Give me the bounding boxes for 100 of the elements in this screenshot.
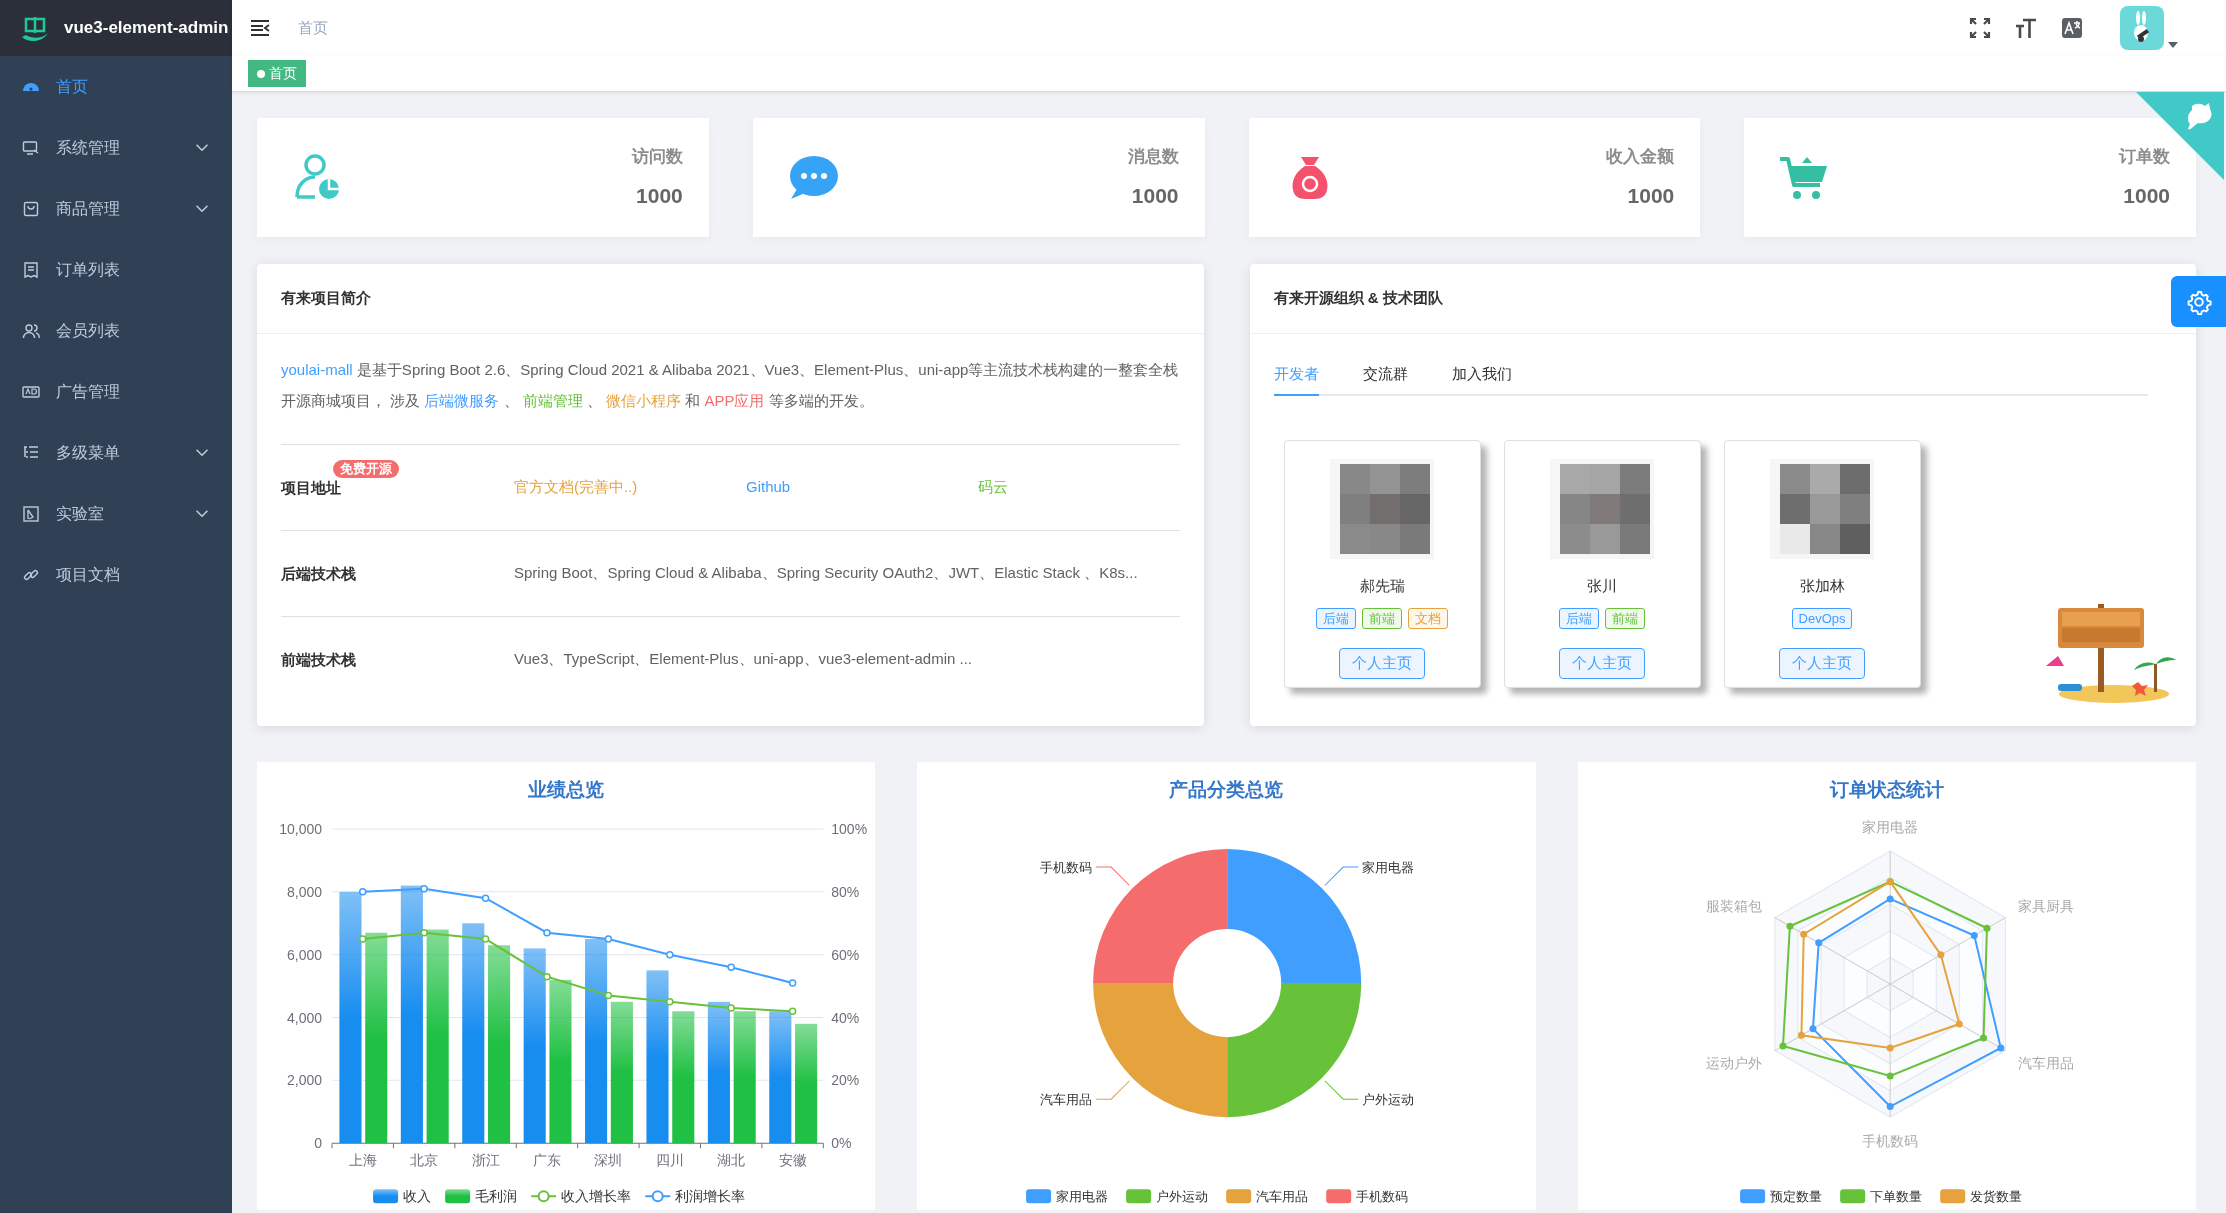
sidebar-item[interactable]: 实验室 bbox=[0, 483, 232, 544]
axis-label: 4,000 bbox=[287, 1009, 323, 1026]
legend-item[interactable]: 户外运动 bbox=[1126, 1189, 1209, 1205]
tab[interactable]: 加入我们 bbox=[1451, 354, 1512, 396]
legend-label: 手机数码 bbox=[1356, 1189, 1409, 1205]
member-tag: 前端 bbox=[1362, 607, 1402, 629]
sidebar-item[interactable]: 项目文档 bbox=[0, 544, 232, 605]
legend-item[interactable]: 下单数量 bbox=[1839, 1189, 1922, 1205]
row-label: 后端技术栈 bbox=[281, 564, 356, 582]
legend-label: 收入增长率 bbox=[561, 1188, 632, 1205]
point bbox=[481, 935, 490, 943]
settings-button[interactable] bbox=[2171, 276, 2226, 327]
font-size-button[interactable] bbox=[2014, 16, 2038, 40]
point bbox=[788, 979, 797, 987]
axis-label: 60% bbox=[831, 946, 860, 963]
user-menu-button[interactable] bbox=[2120, 6, 2178, 50]
row-label: 前端技术栈 bbox=[281, 650, 356, 668]
axis-label: 上海 bbox=[348, 1152, 377, 1169]
point bbox=[604, 991, 613, 1000]
sidebar-item[interactable]: 系统管理 bbox=[0, 117, 232, 178]
slice-label: 户外运动 bbox=[1362, 1092, 1415, 1108]
dashboard-icon bbox=[22, 81, 40, 92]
stat-value: 1000 bbox=[2123, 182, 2170, 209]
tech-stack-text: Vue3、TypeScript、Element-Plus、uni-app、vue3-element-admin ... bbox=[514, 649, 973, 670]
point bbox=[543, 972, 551, 981]
point bbox=[727, 963, 735, 971]
point bbox=[666, 998, 674, 1006]
point bbox=[604, 935, 613, 943]
legend-label: 利润增长率 bbox=[675, 1188, 746, 1205]
legend-item[interactable]: 手机数码 bbox=[1326, 1189, 1409, 1205]
axis-label: 10,000 bbox=[279, 821, 323, 838]
stat-label: 订单数 bbox=[2119, 146, 2170, 168]
github-corner-icon[interactable] bbox=[2136, 92, 2224, 180]
sidebar-item[interactable]: 广告管理 bbox=[0, 361, 232, 422]
chart-title: 产品分类总览 bbox=[1169, 779, 1284, 800]
menu-icon bbox=[250, 19, 270, 37]
tech-stack-text: Spring Boot、Spring Cloud & Alibaba、Spring Security OAuth2、JWT、Elastic Stack 、K8s... bbox=[514, 563, 1139, 584]
stat-label: 访问数 bbox=[631, 146, 683, 168]
row-label: 项目地址 bbox=[281, 478, 341, 496]
axis-label: 运动户外 bbox=[1705, 1054, 1762, 1071]
axis-label: 家具厨具 bbox=[2017, 897, 2074, 914]
axis-label: 北京 bbox=[410, 1152, 439, 1169]
point bbox=[481, 894, 490, 902]
text-size-icon bbox=[2015, 17, 2037, 39]
card-title: 有来开源组织 & 技术团队 bbox=[1273, 288, 1443, 309]
legend-label: 汽车用品 bbox=[1256, 1189, 1309, 1205]
axis-label: 广东 bbox=[532, 1152, 561, 1169]
axis-label: 家用电器 bbox=[1861, 819, 1918, 836]
axis-label: 浙江 bbox=[471, 1152, 500, 1169]
member-tag: 前端 bbox=[1605, 607, 1645, 629]
users-icon bbox=[22, 321, 40, 340]
point bbox=[727, 1004, 735, 1012]
legend-item[interactable]: 毛利润 bbox=[445, 1188, 518, 1205]
language-button[interactable] bbox=[2060, 16, 2084, 40]
sidebar-item[interactable]: 订单列表 bbox=[0, 239, 232, 300]
monitor-icon bbox=[22, 138, 40, 157]
axis-label: 0% bbox=[831, 1135, 852, 1152]
axis-label: 40% bbox=[831, 1009, 860, 1026]
legend-item[interactable]: 收入 bbox=[373, 1188, 432, 1205]
point bbox=[543, 928, 551, 937]
member-name: 张川 bbox=[1587, 576, 1617, 596]
axis-label: 8,000 bbox=[287, 883, 323, 900]
sidebar-item[interactable]: 首页 bbox=[0, 56, 232, 117]
point bbox=[359, 935, 367, 943]
axis-label: 0 bbox=[314, 1135, 323, 1152]
translate-icon bbox=[2061, 17, 2083, 39]
slice-label: 汽车用品 bbox=[1040, 1092, 1093, 1108]
stat-value: 1000 bbox=[636, 182, 683, 209]
axis-label: 湖北 bbox=[717, 1152, 746, 1169]
axis-label: 深圳 bbox=[594, 1152, 623, 1169]
leader-line bbox=[1095, 866, 1131, 886]
leader-line bbox=[1324, 1080, 1360, 1100]
chart-title: 订单状态统计 bbox=[1829, 779, 1944, 800]
axis-label: 2,000 bbox=[287, 1072, 323, 1089]
legend-item[interactable]: 汽车用品 bbox=[1226, 1189, 1309, 1205]
point bbox=[788, 1007, 797, 1015]
stat-value: 1000 bbox=[1627, 182, 1675, 209]
fullscreen-button[interactable] bbox=[1968, 16, 1992, 40]
axis-label: 80% bbox=[831, 883, 860, 900]
tab[interactable]: 交流群 bbox=[1362, 354, 1408, 396]
sidebar-item[interactable]: 商品管理 bbox=[0, 178, 232, 239]
settings-icon bbox=[2185, 288, 2212, 315]
axis-label: 手机数码 bbox=[1861, 1133, 1918, 1150]
axis-label: 安徽 bbox=[778, 1152, 807, 1169]
sidebar-item[interactable]: 多级菜单 bbox=[0, 422, 232, 483]
axis-label: 6,000 bbox=[287, 946, 323, 963]
stat-label: 收入金额 bbox=[1606, 146, 1675, 168]
chart-title: 业绩总览 bbox=[528, 779, 605, 800]
axis-label: 汽车用品 bbox=[2017, 1054, 2074, 1071]
sidebar-item[interactable]: 会员列表 bbox=[0, 300, 232, 361]
legend-item[interactable]: 发货数量 bbox=[1939, 1189, 2022, 1205]
legend-item[interactable]: 利润增长率 bbox=[644, 1188, 746, 1205]
legend-item[interactable]: 收入增长率 bbox=[530, 1188, 632, 1205]
receipt-icon bbox=[22, 260, 40, 279]
dot-icon bbox=[257, 69, 265, 78]
caret-down-icon bbox=[2168, 42, 2178, 48]
legend-item[interactable]: 家用电器 bbox=[1026, 1189, 1109, 1205]
badge: 免费开源 bbox=[333, 459, 399, 478]
intro-paragraph: youlai-mall 是基于Spring Boot 2.6、Spring Cloud 2021 & Alibaba 2021、Vue3、Element-Plus、uni-app等主流技术栈构建的一整套全栈开源商城项目， 涉及 后端微服务 、 前端管理 、 微信小程序 和 APP应用 等多端的开发。 bbox=[281, 360, 1180, 411]
legend-item[interactable]: 预定数量 bbox=[1739, 1189, 1822, 1205]
